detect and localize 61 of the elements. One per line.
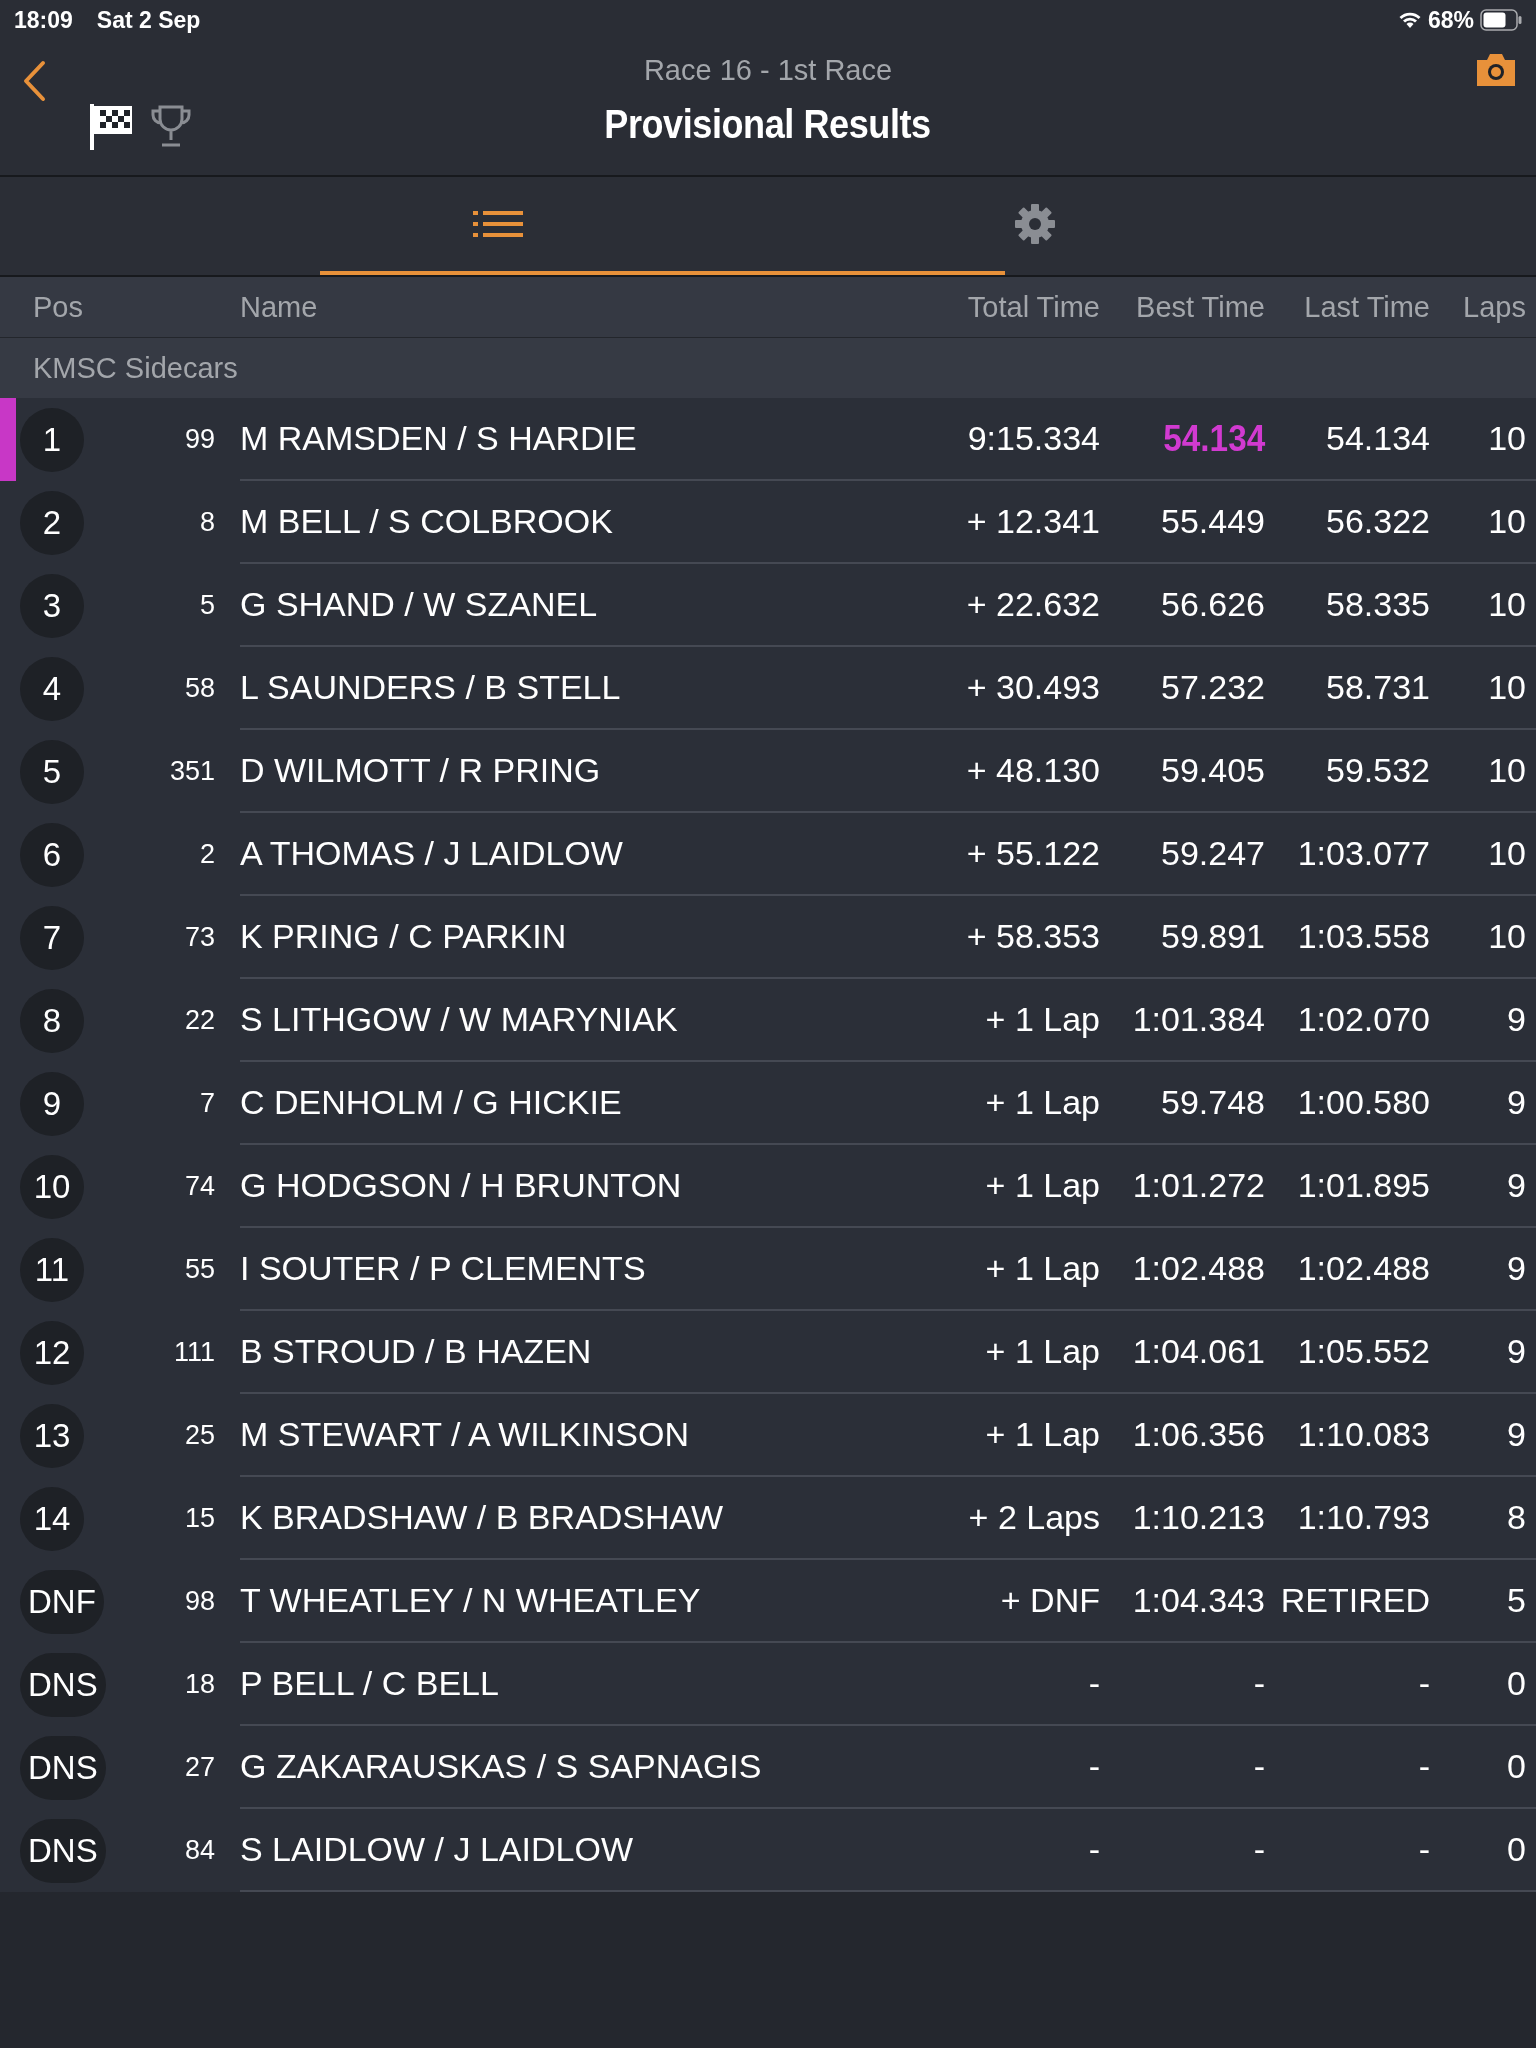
camera-icon[interactable] xyxy=(1474,52,1518,88)
position-badge: 3 xyxy=(20,573,84,638)
position-badge: 9 xyxy=(20,1071,84,1136)
car-number: 98 xyxy=(183,1585,215,1618)
car-number: 84 xyxy=(183,1834,215,1867)
car-number: 2 xyxy=(198,838,215,871)
trophy-icon[interactable] xyxy=(150,104,192,148)
position-badge: 1 xyxy=(20,407,84,472)
position-badge: 14 xyxy=(20,1486,84,1551)
car-number: 74 xyxy=(183,1170,215,1203)
position-badge: DNS xyxy=(20,1735,106,1800)
car-number: 7 xyxy=(198,1087,215,1120)
race-subtitle: Race 16 - 1st Race xyxy=(642,54,894,87)
column-header: Name xyxy=(240,290,319,324)
position-badge: 6 xyxy=(20,822,84,887)
position-badge: 7 xyxy=(20,905,84,970)
last-time: - xyxy=(1265,1809,1430,1892)
page-title: Provisional Results xyxy=(604,101,932,148)
car-number: 351 xyxy=(168,755,215,788)
column-header: Best Time xyxy=(1136,290,1265,324)
best-time: - xyxy=(1100,1809,1265,1892)
position-badge: DNF xyxy=(20,1569,104,1634)
car-number: 99 xyxy=(183,423,215,456)
total-time: - xyxy=(910,1809,1100,1892)
position-badge: 11 xyxy=(20,1237,84,1302)
list-icon xyxy=(473,209,523,239)
position-badge: DNS xyxy=(20,1652,106,1717)
car-number: 111 xyxy=(172,1336,215,1369)
car-number: 18 xyxy=(183,1668,215,1701)
rider-names: S LAIDLOW / J LAIDLOW xyxy=(240,1809,910,1892)
wifi-icon xyxy=(1397,11,1422,29)
car-number: 58 xyxy=(183,672,215,705)
car-number: 22 xyxy=(183,1004,215,1037)
car-number: 15 xyxy=(183,1502,215,1535)
car-number: 27 xyxy=(183,1751,215,1784)
class-group-header: KMSC Sidecars xyxy=(0,338,1536,398)
battery-percent: 68% xyxy=(1427,6,1474,34)
car-number: 55 xyxy=(183,1253,215,1286)
column-header: Total Time xyxy=(967,290,1100,324)
car-number: 5 xyxy=(198,589,215,622)
car-number: 8 xyxy=(198,506,215,539)
car-number: 25 xyxy=(183,1419,215,1452)
position-badge: 2 xyxy=(20,490,84,555)
position-badge: 10 xyxy=(20,1154,84,1219)
column-header: Last Time xyxy=(1304,290,1430,324)
status-date: Sat 2 Sep xyxy=(96,6,201,34)
position-badge: 12 xyxy=(20,1320,84,1385)
status-time: 18:09 xyxy=(14,6,73,34)
battery-icon xyxy=(1480,9,1522,31)
position-badge: 4 xyxy=(20,656,84,721)
column-header: Pos xyxy=(32,290,84,324)
position-badge: 13 xyxy=(20,1403,84,1468)
gear-icon xyxy=(1012,201,1058,247)
position-badge: 8 xyxy=(20,988,84,1053)
laps-count: 0 xyxy=(1430,1809,1536,1892)
column-header: Laps xyxy=(1463,290,1526,324)
checkered-flag-icon[interactable] xyxy=(88,102,134,152)
car-number: 73 xyxy=(183,921,215,954)
position-badge: DNS xyxy=(20,1818,106,1883)
back-icon[interactable] xyxy=(22,60,46,102)
position-badge: 5 xyxy=(20,739,84,804)
